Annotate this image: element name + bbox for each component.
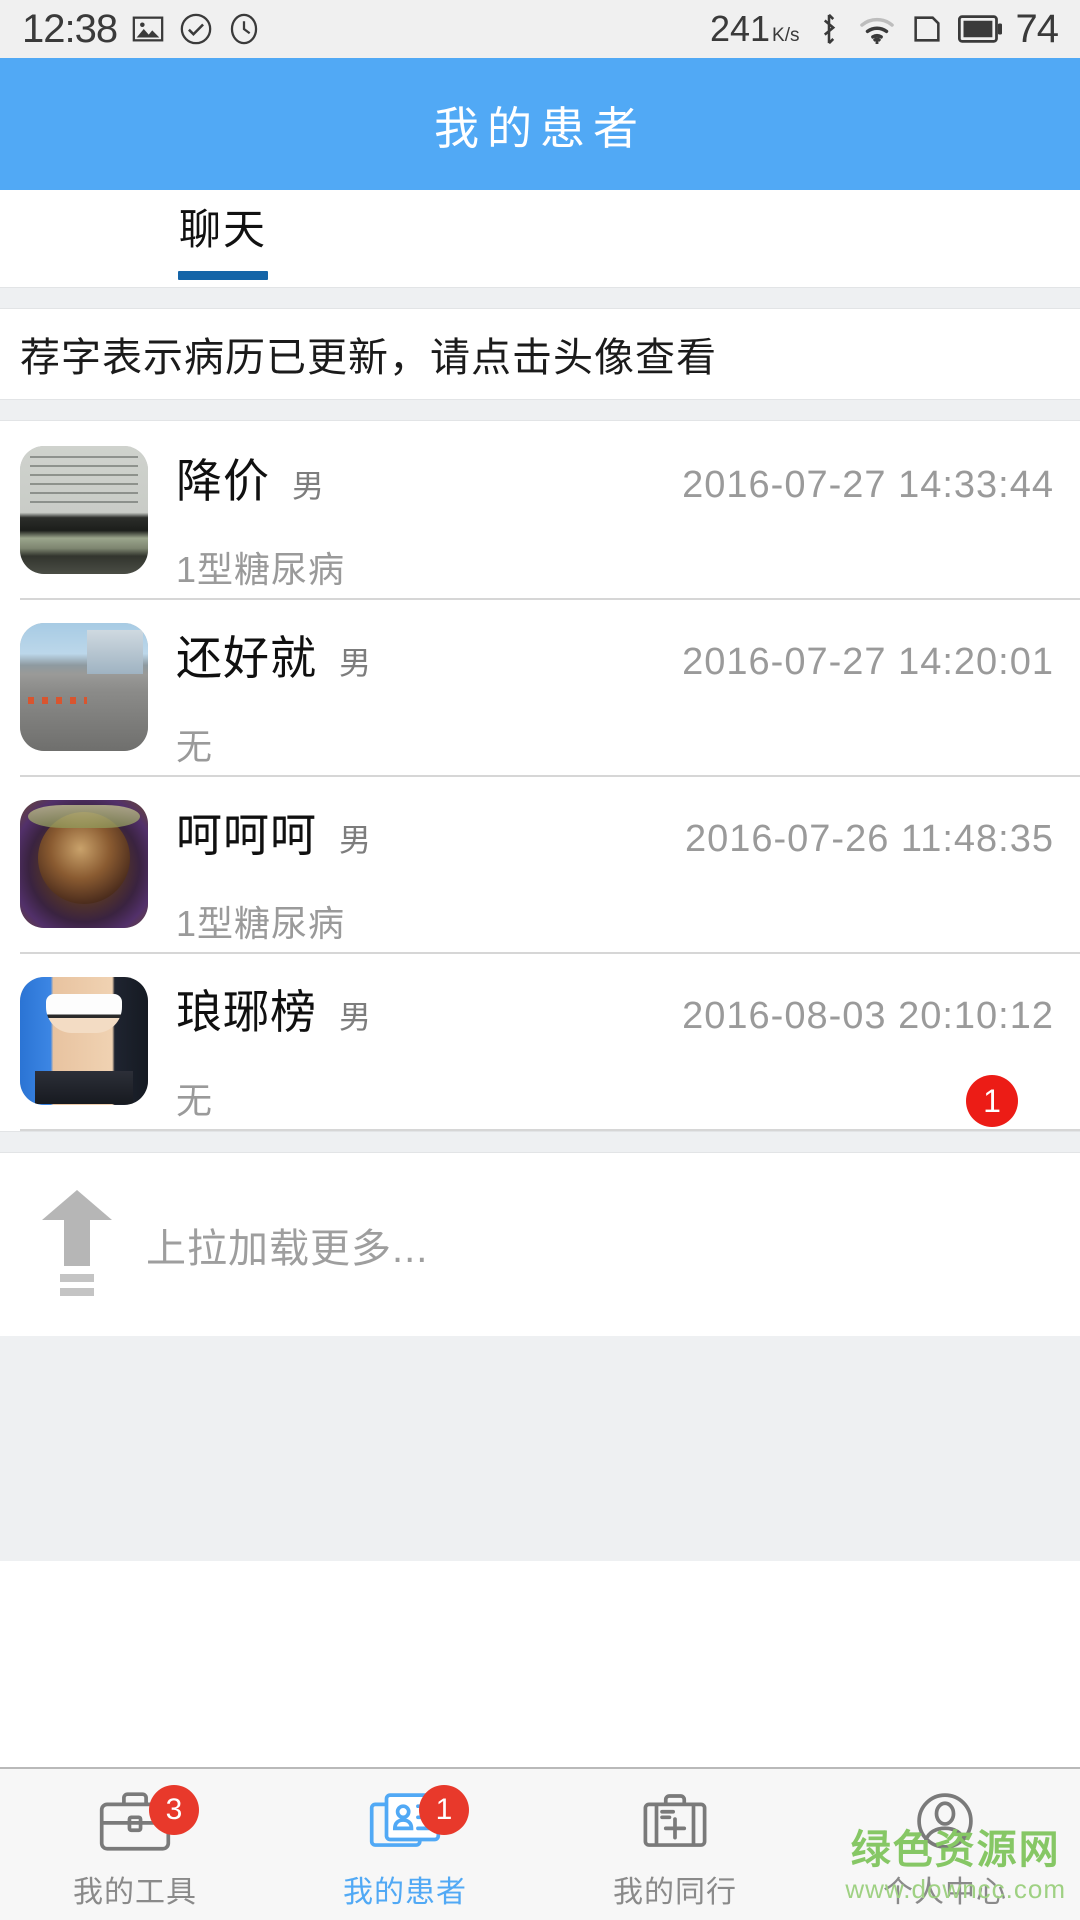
section-divider-list [0,399,1080,421]
row-body: 还好就 男 2016-07-27 14:20:01 无 [176,623,1056,765]
patient-name: 呵呵呵 [176,808,317,861]
table-row[interactable]: 琅琊榜 男 2016-08-03 20:10:12 无 1 [0,952,1080,1129]
load-more-label: 上拉加载更多... [146,1226,429,1271]
row-header: 还好就 男 2016-07-27 14:20:01 [176,623,1056,681]
empty-area [0,1336,1080,1561]
row-subline: 1型糖尿病 [176,898,1056,950]
nav-item-my-patients[interactable]: 1 我的患者 [270,1769,540,1920]
patient-list: 降价 男 2016-07-27 14:33:44 1型糖尿病 还好就 男 201… [0,421,1080,1131]
notice-banner: 荐字表示病历已更新，请点击头像查看 [0,309,1080,399]
status-bar-left: 12:38 [22,9,261,49]
patient-name: 还好就 [176,631,317,684]
message-timestamp: 2016-07-27 14:20:01 [682,640,1054,683]
table-row[interactable]: 降价 男 2016-07-27 14:33:44 1型糖尿病 [0,421,1080,598]
section-divider-top [0,287,1080,309]
message-timestamp: 2016-08-03 20:10:12 [682,994,1054,1037]
nav-badge-my-tools: 3 [149,1784,199,1835]
nav-item-profile[interactable]: 个人中心 [810,1769,1080,1920]
avatar[interactable] [20,799,148,928]
avatar[interactable] [20,976,148,1105]
briefcase-icon: 3 [93,1783,199,1859]
patient-name: 琅琊榜 [176,985,317,1038]
network-speed-unit: K/s [772,25,800,46]
row-header: 呵呵呵 男 2016-07-26 11:48:35 [176,800,1056,858]
bottom-navigation: 3 我的工具 1 我的患者 我的同行 个人中心 [0,1767,1080,1920]
row-header: 降价 男 2016-07-27 14:33:44 [176,446,1056,504]
patient-diagnosis: 1型糖尿病 [176,548,346,590]
message-timestamp: 2016-07-27 14:33:44 [682,463,1054,506]
message-timestamp: 2016-07-26 11:48:35 [684,817,1054,860]
load-more-area[interactable]: 上拉加载更多... [0,1153,1080,1336]
row-body: 琅琊榜 男 2016-08-03 20:10:12 无 1 [176,977,1056,1127]
patient-diagnosis: 无 [176,1079,214,1121]
avatar[interactable] [20,622,148,751]
unread-badge: 1 [966,1074,1018,1127]
network-speed-value: 241 [709,8,771,49]
table-row[interactable]: 还好就 男 2016-07-27 14:20:01 无 [0,598,1080,775]
status-bar-clock: 12:38 [22,7,118,51]
person-circle-icon [903,1783,987,1859]
patient-gender: 男 [339,821,372,858]
tab-bar: 聊天 [0,190,1080,287]
status-bar-right: 241 K/s 74 [710,7,1059,51]
nav-badge-my-patients: 1 [419,1784,469,1835]
nav-label-profile: 个人中心 [883,1875,1007,1909]
nav-item-my-tools[interactable]: 3 我的工具 [0,1769,270,1920]
section-divider-loadmore [0,1131,1080,1153]
battery-icon [957,14,1002,44]
bluetooth-icon [814,12,844,46]
clock-icon [227,12,261,46]
notice-text: 荐字表示病历已更新，请点击头像查看 [20,336,717,380]
row-divider [20,775,1080,777]
page-title: 我的患者 [433,102,646,154]
row-body: 呵呵呵 男 2016-07-26 11:48:35 1型糖尿病 [176,800,1056,942]
medical-case-icon [633,1783,717,1859]
row-divider [20,952,1080,954]
tab-chat-label: 聊天 [178,206,267,253]
row-header: 琅琊榜 男 2016-08-03 20:10:12 [176,977,1056,1035]
list-bottom-divider [20,1129,1080,1131]
patient-gender: 男 [292,467,325,504]
row-subline: 无 [176,721,1056,773]
row-subline: 1型糖尿病 [176,544,1056,596]
id-card-icon: 1 [363,1783,469,1859]
app-header: 我的患者 [0,58,1080,190]
row-body: 降价 男 2016-07-27 14:33:44 1型糖尿病 [176,446,1056,588]
row-divider [20,598,1080,600]
image-icon [131,12,165,46]
nav-label-my-tools: 我的工具 [73,1875,197,1909]
patient-gender: 男 [339,998,372,1035]
patient-diagnosis: 无 [176,725,214,767]
nav-item-my-peers[interactable]: 我的同行 [540,1769,810,1920]
wifi-icon [858,12,896,46]
tab-active-indicator [178,270,268,280]
table-row[interactable]: 呵呵呵 男 2016-07-26 11:48:35 1型糖尿病 [0,775,1080,952]
patient-diagnosis: 1型糖尿病 [176,902,346,944]
arrow-up-icon [42,1189,112,1300]
tab-chat[interactable]: 聊天 [178,190,268,280]
check-circle-icon [179,12,213,46]
nav-label-my-patients: 我的患者 [343,1875,467,1909]
nav-label-my-peers: 我的同行 [613,1875,737,1909]
patient-gender: 男 [339,644,372,681]
network-speed: 241 K/s [710,11,800,47]
row-subline: 无 1 [176,1074,1056,1127]
avatar[interactable] [20,445,148,574]
status-bar: 12:38 241 K/s 74 [0,0,1080,58]
battery-percent: 74 [1015,7,1059,51]
patient-name: 降价 [176,454,270,507]
sim-card-icon [910,12,944,46]
